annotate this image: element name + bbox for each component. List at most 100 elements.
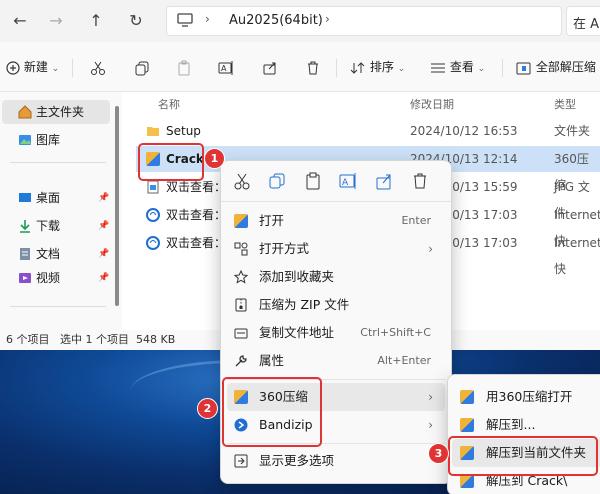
- chevron-down-icon: ⌄: [477, 64, 486, 74]
- chevron-right-icon: ›: [428, 242, 433, 256]
- document-icon: [20, 248, 30, 260]
- cut-button[interactable]: [90, 53, 106, 81]
- download-icon: [20, 220, 30, 233]
- sidebar-item-documents[interactable]: 文档 📌: [0, 242, 112, 266]
- column-header-name[interactable]: 名称: [158, 96, 180, 112]
- copy-button[interactable]: [134, 53, 150, 81]
- menu-item-open-with[interactable]: 打开方式 ›: [227, 235, 445, 263]
- more-options-icon: [234, 454, 248, 468]
- folder-icon: [147, 127, 159, 136]
- chevron-right-icon: ›: [325, 12, 330, 26]
- pin-icon[interactable]: 📌: [98, 186, 109, 210]
- sidebar-item-gallery[interactable]: 图库: [0, 128, 112, 152]
- copy-icon: [135, 61, 149, 75]
- up-icon[interactable]: ↑: [84, 9, 108, 33]
- archive-icon: [460, 474, 474, 488]
- pin-icon[interactable]: 📌: [98, 214, 109, 238]
- step-badge-1: 1: [204, 148, 225, 169]
- monitor-icon: [177, 13, 193, 27]
- pin-icon[interactable]: 📌: [98, 266, 109, 290]
- rename-icon[interactable]: A: [338, 171, 358, 191]
- delete-button[interactable]: [305, 53, 321, 81]
- step-badge-3: 3: [428, 443, 449, 464]
- paste-icon[interactable]: [303, 171, 323, 191]
- star-icon: [234, 270, 248, 284]
- divider: [10, 162, 106, 163]
- sidebar-item-downloads[interactable]: 下载 📌: [0, 214, 112, 238]
- menu-item-copy-path[interactable]: 复制文件地址 Ctrl+Shift+C: [227, 319, 445, 347]
- wrench-icon: [235, 355, 247, 367]
- svg-text:A: A: [342, 178, 349, 188]
- highlight-box-menu: [222, 377, 322, 447]
- view-icon: [431, 63, 445, 72]
- scissors-icon: [91, 61, 105, 75]
- sort-icon: [350, 61, 365, 74]
- copy-icon[interactable]: [267, 171, 287, 191]
- paste-button[interactable]: [176, 53, 192, 81]
- scissors-icon[interactable]: [232, 171, 252, 191]
- pin-icon[interactable]: 📌: [98, 242, 109, 266]
- selected-size: 548 KB: [136, 333, 176, 346]
- chevron-right-icon: ›: [205, 12, 210, 26]
- file-row[interactable]: Setup 2024/10/12 16:53 文件夹: [136, 118, 600, 144]
- divider: [10, 306, 106, 307]
- sidebar-item-desktop[interactable]: 桌面 📌: [0, 186, 112, 210]
- menu-item-open[interactable]: 打开 Enter: [227, 207, 445, 235]
- chevron-down-icon: ⌄: [51, 64, 60, 74]
- scrollbar-thumb[interactable]: [115, 106, 119, 306]
- paste-icon: [178, 60, 190, 75]
- internet-shortcut-icon: [146, 208, 160, 222]
- extract-icon: [516, 62, 531, 74]
- rename-button[interactable]: A: [218, 53, 234, 81]
- trash-icon: [308, 61, 318, 74]
- command-bar: 新建 ⌄ A 排序 ⌄ 查看 ⌄ 全部解压缩: [0, 43, 600, 92]
- sort-button[interactable]: 排序 ⌄: [350, 53, 405, 81]
- chevron-right-icon: ›: [428, 390, 433, 404]
- menu-item-more-options[interactable]: 显示更多选项: [227, 447, 445, 475]
- back-icon[interactable]: ←: [8, 9, 32, 33]
- archive-icon: [460, 390, 474, 404]
- internet-shortcut-icon: [146, 236, 160, 250]
- new-button[interactable]: 新建 ⌄: [6, 53, 59, 81]
- step-badge-2: 2: [197, 398, 218, 419]
- archive-icon: [234, 214, 248, 228]
- gallery-icon: [19, 135, 31, 145]
- highlight-box-crack: [138, 143, 204, 181]
- archive-icon: [460, 418, 474, 432]
- desktop-icon: [19, 193, 31, 202]
- column-header-type[interactable]: 类型: [554, 96, 576, 112]
- share-icon[interactable]: [374, 171, 394, 191]
- submenu-item-extract-to[interactable]: 解压到...: [452, 411, 600, 439]
- submenu-item-open-360[interactable]: 用360压缩打开: [452, 383, 600, 411]
- item-count: 6 个项目: [6, 333, 50, 346]
- navigation-pane: 主文件夹 图库 桌面 📌 下载 📌 文档 📌 视频 📌: [0, 92, 112, 330]
- rename-icon: A: [218, 60, 233, 75]
- share-icon: [263, 62, 276, 74]
- view-button[interactable]: 查看 ⌄: [430, 53, 485, 81]
- divider: [72, 59, 73, 77]
- menu-item-zip[interactable]: 压缩为 ZIP 文件: [227, 291, 445, 319]
- highlight-box-extract-here: [448, 436, 598, 476]
- refresh-icon[interactable]: ↻: [124, 9, 148, 33]
- trash-icon[interactable]: [410, 171, 430, 191]
- forward-icon[interactable]: →: [44, 9, 68, 33]
- copy-path-icon: [234, 328, 248, 339]
- submenu-360zip: 用360压缩打开 解压到... 解压到当前文件夹 解压到 Crack\: [447, 374, 600, 494]
- menu-item-properties[interactable]: 属性 Alt+Enter: [227, 347, 445, 375]
- home-icon: [18, 105, 32, 119]
- sidebar-item-home[interactable]: 主文件夹: [2, 100, 110, 124]
- column-header-modified[interactable]: 修改日期: [410, 96, 454, 112]
- share-button[interactable]: [262, 53, 278, 81]
- address-path: Au2025(64bit): [229, 13, 323, 28]
- menu-item-add-favorite[interactable]: 添加到收藏夹: [227, 263, 445, 291]
- sidebar-item-videos[interactable]: 视频 📌: [0, 266, 112, 290]
- selected-count: 选中 1 个项目: [60, 333, 129, 346]
- svg-text:A: A: [221, 64, 227, 73]
- search-input[interactable]: 在 A: [566, 6, 600, 36]
- address-input[interactable]: › Au2025(64bit) ›: [166, 6, 562, 36]
- extract-all-button[interactable]: 全部解压缩: [516, 53, 596, 81]
- chevron-right-icon: ›: [428, 418, 433, 432]
- divider: [502, 59, 503, 77]
- sidebar-scrollbar[interactable]: [113, 100, 121, 326]
- video-icon: [19, 273, 31, 283]
